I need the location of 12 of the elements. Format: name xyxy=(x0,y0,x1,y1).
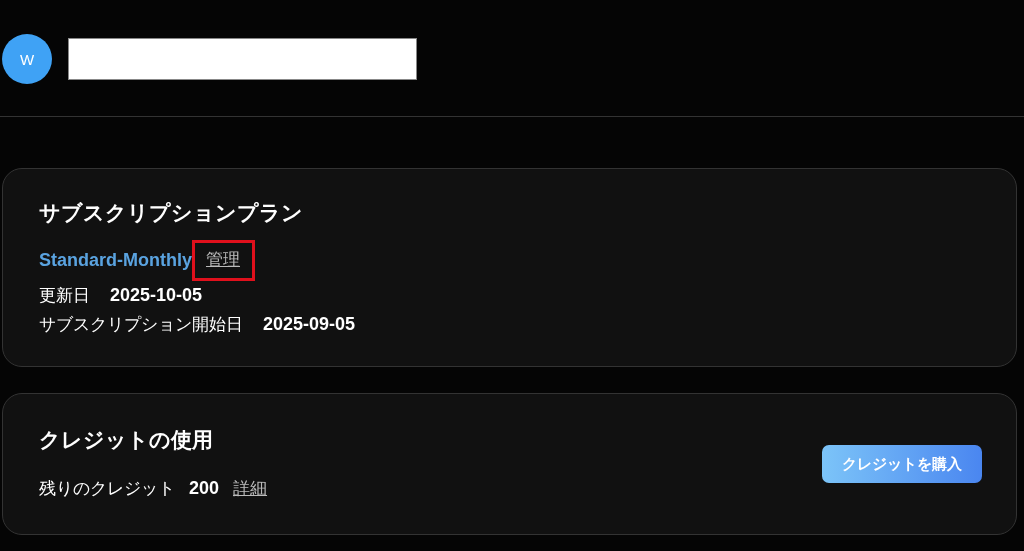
credits-value: 200 xyxy=(189,476,220,500)
credits-label: 残りのクレジット xyxy=(39,477,175,500)
detail-label: サブスクリプション開始日 xyxy=(39,314,243,336)
detail-label: 更新日 xyxy=(39,285,90,307)
plan-name: Standard-Monthly xyxy=(39,249,192,271)
manage-link[interactable]: 管理 xyxy=(206,249,240,269)
detail-value: 2025-09-05 xyxy=(263,313,356,336)
avatar: W xyxy=(2,34,52,84)
card-title: クレジットの使用 xyxy=(39,426,214,453)
detail-value: 2025-10-05 xyxy=(110,284,203,307)
details-link[interactable]: 詳細 xyxy=(233,473,268,503)
card-title: サブスクリプションプラン xyxy=(39,200,304,226)
